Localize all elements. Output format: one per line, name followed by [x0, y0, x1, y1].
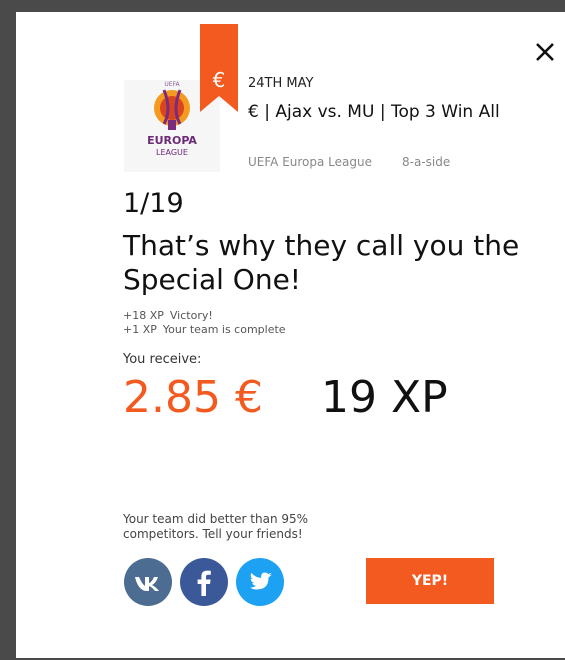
reward-money: 2.85 € [123, 372, 263, 423]
xp-line: +1 XP Your team is complete [123, 323, 286, 337]
yep-button[interactable]: YEP! [366, 558, 494, 604]
twitter-icon [249, 572, 272, 590]
result-headline: That’s why they call you the Special One… [123, 229, 520, 296]
xp-amount: +1 XP [123, 323, 157, 336]
event-date: 24TH MAY [248, 76, 314, 91]
xp-reason: Victory! [169, 309, 213, 322]
xp-reason: Your team is complete [162, 323, 286, 336]
bookmark-ribbon: € [200, 24, 238, 112]
share-message: Your team did better than 95% competitor… [123, 512, 309, 541]
xp-breakdown: +18 XP Victory! +1 XP Your team is complet… [123, 309, 286, 337]
xp-line: +18 XP Victory! [123, 309, 286, 323]
facebook-share-button[interactable] [180, 558, 228, 606]
xp-amount: +18 XP [123, 309, 164, 322]
logo-text-uefa: UEFA [164, 81, 180, 88]
event-title: € | Ajax vs. MU | Top 3 Win All [248, 102, 500, 122]
rank-position: 1/19 [123, 188, 184, 219]
close-icon[interactable] [533, 40, 557, 64]
game-format: 8-a-side [402, 155, 451, 169]
receive-label: You receive: [123, 352, 202, 367]
logo-text-league: LEAGUE [156, 148, 188, 157]
euro-icon: € [212, 68, 226, 92]
twitter-share-button[interactable] [236, 558, 284, 606]
facebook-icon [197, 570, 211, 596]
logo-text-europa: EUROPA [147, 134, 197, 147]
league-name: UEFA Europa League [248, 155, 372, 169]
reward-xp: 19 XP [321, 372, 448, 423]
result-modal: UEFA EUROPA LEAGUE € 24TH MAY € | Ajax v… [16, 12, 565, 658]
vk-share-button[interactable] [124, 558, 172, 606]
vk-icon [135, 577, 159, 591]
